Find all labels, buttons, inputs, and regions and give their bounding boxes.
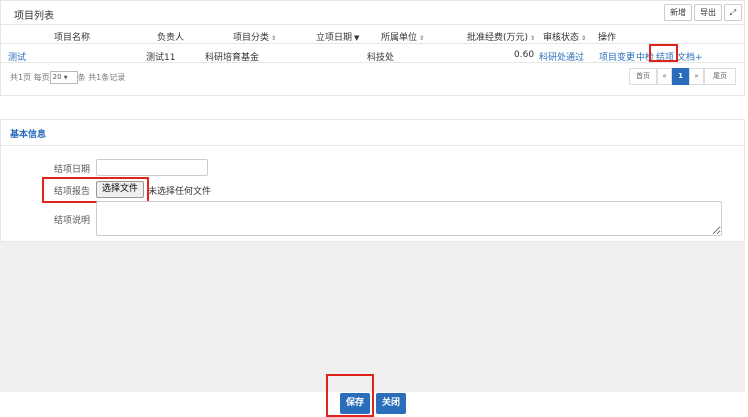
list-title: 项目列表 <box>14 11 54 22</box>
page-size-select[interactable]: 20 ▼ <box>49 71 78 84</box>
pager-prev[interactable]: « <box>657 68 672 85</box>
col-date[interactable]: 立项日期 ▼ <box>316 30 359 43</box>
sort-icon: ⇕ <box>530 35 536 42</box>
divider <box>0 43 745 44</box>
expand-icon: ⤢ <box>729 8 737 17</box>
fullscreen-button[interactable]: ⤢ <box>724 4 742 21</box>
export-button[interactable]: 导出 <box>694 4 722 21</box>
col-actions: 操作 <box>598 33 617 43</box>
divider <box>0 62 745 63</box>
pager-next[interactable]: » <box>689 68 704 85</box>
pager-last[interactable]: 尾页 <box>704 68 736 85</box>
col-status[interactable]: 审核状态 ⇕ <box>543 30 586 43</box>
chevron-down-icon: ▼ <box>63 75 68 81</box>
divider <box>0 24 745 25</box>
col-funding[interactable]: 批准经费(万元) ⇕ <box>467 30 535 43</box>
highlight-box <box>42 177 149 203</box>
add-button[interactable]: 新增 <box>664 4 692 21</box>
col-category[interactable]: 项目分类 ⇕ <box>233 30 276 43</box>
col-project-name: 项目名称 <box>54 33 91 43</box>
notes-label: 结项说明 <box>54 216 91 226</box>
sort-desc-icon: ▼ <box>354 34 360 42</box>
notes-textarea[interactable] <box>96 201 722 236</box>
highlight-box <box>326 374 374 417</box>
date-input[interactable] <box>96 159 208 176</box>
pagination-summary: 共1页 每页 20 ▼ 条 共1条记录 <box>10 71 126 84</box>
content-background <box>0 242 745 392</box>
col-owner: 负责人 <box>157 33 185 43</box>
pager-first[interactable]: 首页 <box>629 68 657 85</box>
highlight-box <box>649 44 678 62</box>
date-label: 结项日期 <box>54 165 91 175</box>
file-status: 未选择任何文件 <box>148 187 212 197</box>
pager-current[interactable]: 1 <box>672 68 689 85</box>
divider <box>1 145 744 146</box>
funding-cell: 0.60 <box>514 50 535 60</box>
close-button[interactable]: 关闭 <box>376 393 406 414</box>
sort-icon: ⇕ <box>419 35 425 42</box>
form-title: 基本信息 <box>10 130 47 140</box>
sort-icon: ⇕ <box>271 35 277 42</box>
col-unit[interactable]: 所属单位 ⇕ <box>381 30 424 43</box>
sort-icon: ⇕ <box>581 35 587 42</box>
